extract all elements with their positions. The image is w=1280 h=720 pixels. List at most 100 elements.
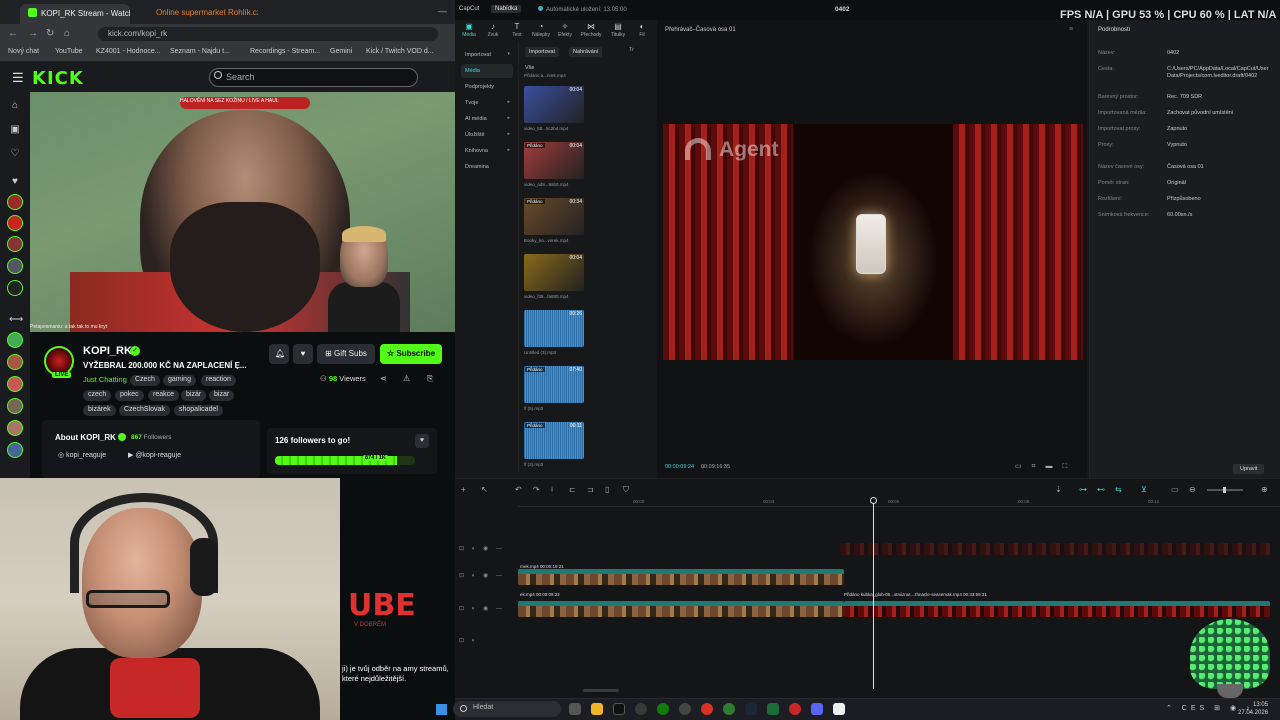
time-ruler[interactable]: 00:00 00:03 00:06 00:09 00:12 — [518, 497, 1280, 507]
report-icon[interactable]: ⚠ — [403, 374, 410, 383]
excel-icon[interactable] — [767, 703, 779, 715]
tool-audio[interactable]: ♪ Zvuk — [481, 22, 505, 38]
playhead-handle[interactable] — [870, 497, 877, 504]
home-icon[interactable]: ⌂ — [64, 28, 70, 39]
channel-avatar[interactable] — [7, 258, 23, 274]
channel-avatar[interactable] — [7, 215, 23, 231]
tool-effects[interactable]: ✧ Efekty — [553, 22, 577, 38]
media-audio-thumb[interactable]: 00:11 Přidáno — [524, 422, 584, 459]
zoom-out-icon[interactable]: ⊖ — [1189, 485, 1196, 494]
link-icon[interactable]: ⊶ — [1079, 485, 1087, 494]
modify-button[interactable]: Upravit — [1233, 464, 1265, 474]
tag[interactable]: CzechSlovak — [119, 405, 170, 416]
tag[interactable]: bizárek — [83, 405, 116, 416]
channel-avatar[interactable] — [7, 376, 23, 392]
delete-icon[interactable]: ▯ — [605, 485, 609, 494]
media-audio-thumb[interactable]: 07:40 Přidáno — [524, 366, 584, 403]
tag[interactable]: bizar — [209, 390, 235, 401]
heart-icon[interactable]: ♥ — [9, 176, 21, 188]
bookmark-item[interactable]: KZ4001 - Hodnoce... — [96, 48, 161, 55]
zoom-in-icon[interactable]: ⊕ — [1261, 485, 1268, 494]
heart-icon[interactable]: ♥ — [415, 434, 429, 448]
channel-avatar[interactable] — [7, 280, 23, 296]
details-tab[interactable]: Podrobnosti — [1098, 27, 1130, 33]
steam-icon[interactable] — [745, 703, 757, 715]
tiktok-icon[interactable] — [613, 703, 625, 715]
playhead[interactable] — [873, 499, 874, 689]
subscribe-button[interactable]: ☆ Subscribe — [380, 344, 442, 364]
split-icon[interactable]: ⟊ — [551, 485, 553, 495]
back-icon[interactable]: ← — [8, 28, 18, 39]
bookmark-item[interactable]: Gemini — [330, 48, 352, 55]
sidenav-item[interactable]: Dreamina — [461, 160, 513, 174]
tool-transitions[interactable]: ⋈ Přechody — [579, 22, 603, 38]
timeline-scrollbar[interactable] — [583, 689, 619, 692]
tool-filters[interactable]: ◐ Fil — [630, 22, 654, 38]
kick-logo[interactable]: KICK — [32, 68, 84, 89]
sidenav-item[interactable]: AI média ▸ — [461, 112, 513, 126]
home-icon[interactable]: ⌂ — [9, 100, 21, 112]
timeline-clip[interactable] — [518, 601, 844, 617]
bookmark-item[interactable]: Kick / Twitch VOD d... — [366, 48, 434, 55]
opera-icon[interactable] — [701, 703, 713, 715]
trim-left-icon[interactable]: ⊏ — [569, 485, 576, 494]
reload-icon[interactable]: ↻ — [46, 28, 54, 39]
tag[interactable]: czech — [83, 390, 112, 401]
media-video-thumb[interactable]: 00:04 Přidáno — [524, 142, 584, 179]
track-header[interactable]: ⊡ ◐ ◉ — — [459, 605, 505, 612]
tool-stickers[interactable]: ◔ Nálepky — [529, 22, 553, 38]
timeline-clip[interactable] — [840, 543, 1270, 555]
tag[interactable]: shopalicadel — [174, 405, 223, 416]
browser-tab-kick[interactable]: KOPI_RK Stream - Watch — [20, 4, 130, 24]
tool-captions[interactable]: ▤ Titulky — [606, 22, 630, 38]
add-icon[interactable]: + — [461, 485, 466, 494]
channel-avatar[interactable] — [7, 442, 23, 458]
menu-button[interactable]: Nabídka — [491, 5, 522, 13]
marker-icon[interactable]: ⛉ — [623, 485, 629, 495]
youtube-link[interactable]: ▶ @kopi-reaguje — [128, 451, 181, 459]
channel-avatar[interactable] — [7, 420, 23, 436]
instagram-link[interactable]: ◎ kopi_reaguje — [58, 451, 106, 459]
bookmark-item[interactable]: Seznam - Najdu t... — [170, 48, 230, 55]
media-filter-all[interactable]: Vše — [525, 65, 534, 71]
category-link[interactable]: Just Chatting — [83, 375, 127, 384]
preview-canvas[interactable]: Agent — [663, 124, 1083, 360]
taskbar-search[interactable]: Hledat — [453, 701, 561, 717]
channel-avatar[interactable] — [7, 332, 23, 348]
preview-axis-icon[interactable]: ⊻ — [1141, 485, 1147, 494]
tool-text[interactable]: T Text — [505, 22, 529, 38]
import-button[interactable]: Importovat — [525, 47, 559, 57]
tag[interactable]: reaction — [201, 375, 236, 386]
bookmark-item[interactable]: Nový chat — [8, 48, 39, 55]
channel-avatar[interactable] — [7, 354, 23, 370]
search-input[interactable]: Search — [209, 68, 418, 87]
task-view-icon[interactable] — [569, 703, 581, 715]
url-field[interactable]: kick.com/kopi_rk — [98, 27, 438, 41]
browser-tab-rohlik[interactable]: Online supermarket Rohlík.cz — [148, 4, 258, 24]
track-header[interactable]: ⊡ ◐ ◉ — — [459, 572, 505, 579]
clip-icon[interactable]: ⎘ — [427, 374, 433, 384]
sidenav-item[interactable]: Tvoje ▸ — [461, 96, 513, 110]
share-icon[interactable]: ⋖ — [380, 374, 387, 383]
obs-icon[interactable] — [635, 703, 647, 715]
capcut-taskbar-icon[interactable] — [833, 703, 845, 715]
redo-icon[interactable]: ↷ — [533, 485, 540, 494]
windows-start-icon[interactable] — [436, 704, 447, 715]
view-toggle[interactable]: Nahrávání — [569, 47, 603, 57]
media-video-thumb[interactable]: 00:34 Přidáno — [524, 198, 584, 235]
sort-filter[interactable]: Tr — [629, 47, 634, 53]
file-explorer-icon[interactable] — [591, 703, 603, 715]
tag[interactable]: Czech — [130, 375, 160, 386]
player-menu-icon[interactable]: ≡ — [1069, 26, 1073, 33]
bookmark-item[interactable]: YouTube — [55, 48, 83, 55]
sidenav-item[interactable]: Úložiště ▸ — [461, 128, 513, 142]
forward-icon[interactable]: → — [28, 28, 38, 39]
sidenav-item[interactable]: Média — [461, 64, 513, 78]
track-header[interactable]: ⊡ ◐ ◉ — — [459, 545, 505, 552]
trim-right-icon[interactable]: ⊐ — [587, 485, 594, 494]
browse-icon[interactable]: ▣ — [9, 124, 21, 136]
menu-icon[interactable]: ☰ — [12, 70, 24, 86]
app-icon[interactable] — [679, 703, 691, 715]
vivaldi-icon[interactable] — [789, 703, 801, 715]
stream-video[interactable]: HALOVĚNÍ NA SEZ KOŽÍNU / LIVE A HAUL — [30, 92, 455, 332]
